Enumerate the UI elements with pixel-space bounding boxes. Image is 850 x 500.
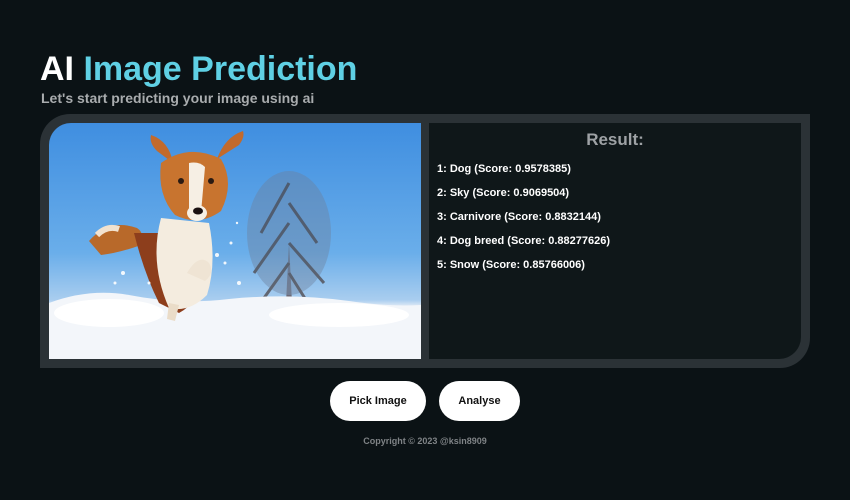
copyright-text: Copyright © 2023 @ksin8909 — [363, 436, 487, 446]
result-item: 2: Sky (Score: 0.9069504) — [437, 187, 570, 199]
result-title: Result: — [586, 130, 644, 149]
analyse-button[interactable]: Analyse — [439, 381, 520, 421]
prediction-panel: Result: 1: Dog (Score: 0.9578385) 2: Sky… — [40, 114, 810, 368]
dog-figure — [89, 131, 244, 321]
app-page: AI Image Prediction Let's start predicti… — [0, 0, 850, 500]
dog-in-snow-illustration — [49, 131, 421, 359]
result-box: Result: 1: Dog (Score: 0.9578385) 2: Sky… — [429, 123, 801, 359]
page-title: AI Image Prediction — [40, 49, 357, 89]
result-item: 5: Snow (Score: 0.85766006) — [437, 259, 585, 271]
result-item: 3: Carnivore (Score: 0.8832144) — [437, 211, 601, 223]
pick-image-button[interactable]: Pick Image — [330, 381, 426, 421]
result-list: 1: Dog (Score: 0.9578385) 2: Sky (Score:… — [437, 162, 610, 282]
page-subtitle: Let's start predicting your image using … — [41, 90, 315, 106]
result-item: 4: Dog breed (Score: 0.88277626) — [437, 235, 611, 247]
page-title-ai: AI — [40, 50, 74, 88]
uploaded-image — [49, 123, 421, 359]
page-title-image-prediction: Image Prediction — [83, 50, 358, 88]
result-item: 1: Dog (Score: 0.9578385) — [437, 163, 571, 175]
